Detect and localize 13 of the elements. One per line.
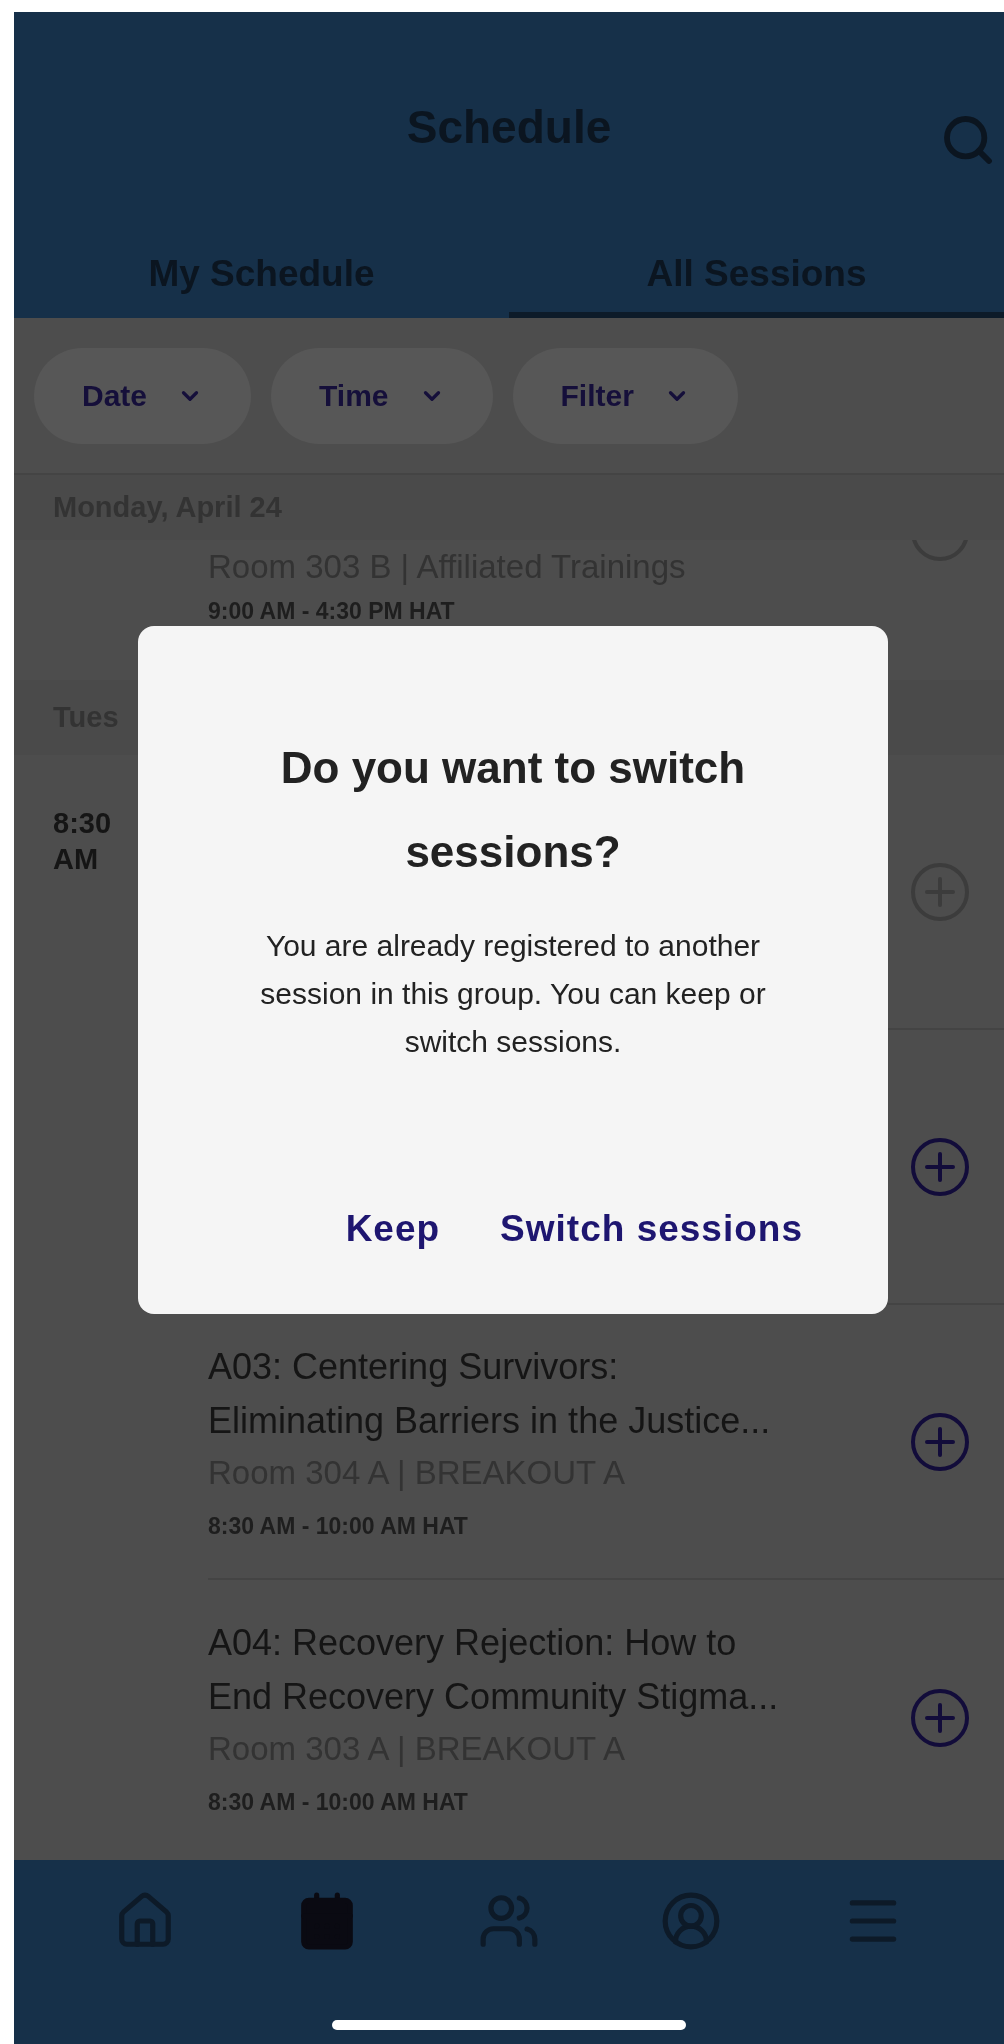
dialog-button[interactable]: Switch sessions: [500, 1200, 803, 1256]
session-title[interactable]: A04: Recovery Rejection: How to: [208, 1615, 910, 1670]
session-title[interactable]: Eliminating Barriers in the Justice...: [208, 1393, 910, 1448]
dialog-message: You are already registered to another session in this group. You can keep or switch sessions.: [259, 928, 767, 1060]
session-title[interactable]: A03: Centering Survivors:: [208, 1339, 910, 1394]
filter-dropdown[interactable]: Date: [34, 347, 252, 444]
session-title[interactable]: End Recovery Community Stigma...: [208, 1669, 910, 1724]
dialog-title: Do you want to switch sessions?: [279, 742, 747, 878]
profile-icon[interactable]: [660, 1890, 722, 1952]
filter-dropdown[interactable]: Filter: [512, 347, 738, 444]
dialog-button[interactable]: Keep: [345, 1200, 441, 1256]
start-time: 8:30 AM: [53, 806, 113, 877]
filter-dropdown[interactable]: Time: [271, 347, 493, 444]
